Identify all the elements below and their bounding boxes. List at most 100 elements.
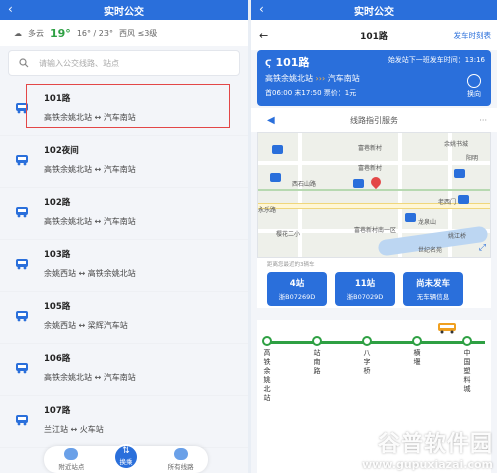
back-icon[interactable]: ‹: [8, 2, 13, 16]
route-track: [265, 341, 485, 344]
bus-stops-away: 尚未发车: [415, 279, 450, 289]
station-stop[interactable]: 八字桥: [361, 336, 373, 376]
nearest-note: 距离您最近的3辆车: [257, 258, 491, 270]
line-name: 106路: [44, 354, 71, 364]
more-icon[interactable]: ···: [479, 116, 487, 125]
route-map[interactable]: 富巷新村 西石山路 富巷新村 余姚书城 阳明 永乐路 老西门 姚江桥 世纪名苑 …: [257, 132, 491, 258]
page-title: 实时公交: [104, 6, 144, 18]
station-name: 站南路: [313, 349, 321, 375]
service-times: 首06:00 末17:50 票价：1元: [265, 89, 357, 97]
bus-card[interactable]: 11站 浙B07029D: [335, 272, 395, 306]
line-header-title: 101路: [360, 31, 388, 42]
station-dot: [312, 336, 322, 346]
map-label: 富巷新村: [358, 165, 383, 172]
bottom-nav: 附近站点 ⇅ 换乘 所有线路: [44, 443, 208, 473]
search-placeholder: 请输入公交线路、站点: [39, 58, 119, 68]
direction-arrows-icon: ›››: [315, 74, 326, 83]
station-stop[interactable]: 高铁余姚北站: [261, 336, 273, 403]
bus-stops-away: 4站: [289, 279, 305, 289]
bus-plate: 无车辆信息: [416, 293, 450, 301]
arrow-left-icon[interactable]: ←: [259, 29, 268, 42]
bus-plate: 浙B07029D: [346, 293, 384, 301]
bus-stop-icon[interactable]: [458, 195, 469, 204]
map-railway: [258, 189, 490, 191]
nav-nearby[interactable]: 附近站点: [58, 448, 84, 471]
map-label: 富巷新村: [358, 145, 383, 152]
map-label: 老西门: [438, 199, 457, 206]
bus-stop-icon[interactable]: [272, 145, 283, 154]
nav-transfer[interactable]: ⇅ 换乘: [112, 443, 139, 470]
station-stop[interactable]: 站南路: [311, 336, 323, 376]
line-route: 高铁余姚北站 ↔ 汽车南站: [44, 217, 136, 226]
search-input[interactable]: 请输入公交线路、站点: [8, 50, 240, 76]
station-stop[interactable]: 中国塑料城: [461, 336, 473, 394]
bus-stop-icon[interactable]: [353, 179, 364, 188]
station-dot: [362, 336, 372, 346]
nav-all-lines[interactable]: 所有线路: [168, 448, 194, 471]
watermark: 谷普软件园 www.gupuxiazai.com: [362, 426, 493, 471]
bus-plate: 浙B07269D: [278, 293, 316, 301]
station-dot: [262, 336, 272, 346]
line-route: 高铁余姚北站 ↔ 汽车南站: [44, 373, 136, 382]
bus-stop-icon[interactable]: [405, 213, 416, 222]
bus-stops-away: 11站: [354, 279, 376, 289]
bus-icon: [16, 207, 28, 218]
weather-temp: 19°: [50, 26, 71, 40]
timetable-link[interactable]: 发车时刻表: [454, 30, 492, 41]
list-item[interactable]: 102夜间 高铁余姚北站 ↔ 汽车南站: [0, 136, 248, 188]
line-name: 103路: [44, 250, 71, 260]
cloud-icon: ☁: [14, 28, 22, 38]
line-header: ← 101路 发车时刻表: [251, 20, 497, 50]
bus-card[interactable]: 4站 浙B07269D: [267, 272, 327, 306]
nav-transfer-label: 换乘: [119, 457, 133, 466]
map-label: 龙泉山: [418, 219, 437, 226]
station-name: 横堰: [413, 349, 421, 366]
next-departure: 始发站下一班发车时间：13:16: [387, 56, 485, 64]
speaker-icon[interactable]: ◀: [267, 115, 275, 126]
service-bar: ◀ 线路指引服务 ···: [251, 108, 497, 132]
app-root: ‹ 实时公交 ☁ 多云 19° 16° / 23° 西风 ≤3级 请输入公交线路…: [0, 0, 497, 473]
transfer-icon: ⇅: [122, 445, 130, 456]
watermark-brand: 谷普软件园: [377, 432, 493, 457]
list-item[interactable]: 106路高铁余姚北站 ↔ 汽车南站: [0, 344, 248, 396]
list-item[interactable]: 107路 兰江站 ↔ 火车站: [0, 396, 248, 448]
bus-icon: [16, 155, 28, 166]
weather-range: 16° / 23°: [76, 28, 113, 38]
map-road: [298, 133, 302, 257]
weather-wind: 西风 ≤3级: [118, 28, 158, 38]
route-icon: Ϛ: [265, 59, 272, 69]
bus-stop-icon: [64, 448, 79, 460]
bus-card[interactable]: 尚未发车 无车辆信息: [403, 272, 463, 306]
station-name: 中国塑料城: [463, 349, 471, 393]
fullscreen-icon[interactable]: ⤢: [479, 243, 486, 253]
station-name: 高铁余姚北站: [263, 349, 271, 402]
line-name: 105路: [44, 302, 71, 312]
bus-stop-icon[interactable]: [454, 169, 465, 178]
swap-direction-button[interactable]: 换向: [467, 74, 481, 99]
back-icon[interactable]: ‹: [259, 2, 264, 16]
to-station: 汽车南站: [327, 74, 360, 83]
map-label: 永乐路: [258, 207, 277, 214]
line-name: 107路: [44, 406, 71, 416]
bus-icon: [16, 259, 28, 270]
list-item[interactable]: 103路余姚西站 ↔ 高铁余姚北站: [0, 240, 248, 292]
bus-stop-icon[interactable]: [270, 173, 281, 182]
swap-icon: [467, 74, 481, 88]
bus-icon: [16, 363, 28, 374]
weather-condition: 多云: [28, 28, 44, 38]
map-label: 富巷新村南一区: [354, 227, 397, 234]
search-icon: [19, 58, 29, 68]
map-label: 余姚书城: [444, 141, 469, 148]
left-pane: ‹ 实时公交 ☁ 多云 19° 16° / 23° 西风 ≤3级 请输入公交线路…: [0, 0, 248, 473]
line-route: 余姚西站 ↔ 高铁余姚北站: [44, 269, 136, 278]
station-stop[interactable]: 横堰: [411, 336, 423, 367]
map-label: 阳明: [466, 155, 479, 162]
current-location-icon: [368, 174, 384, 190]
bus-icon: [16, 415, 28, 426]
line-list: 101路 高铁余姚北站 ↔ 汽车南站 102夜间 高铁余姚北站 ↔ 汽车南站 102…: [0, 84, 248, 448]
list-item[interactable]: 105路 余姚西站 ↔ 梁辉汽车站: [0, 292, 248, 344]
map-label: 樱花二小: [276, 231, 301, 238]
right-topbar: ‹ 实时公交: [251, 0, 497, 20]
lines-icon: [173, 448, 188, 460]
list-item[interactable]: 102路 高铁余姚北站 ↔ 汽车南站: [0, 188, 248, 240]
